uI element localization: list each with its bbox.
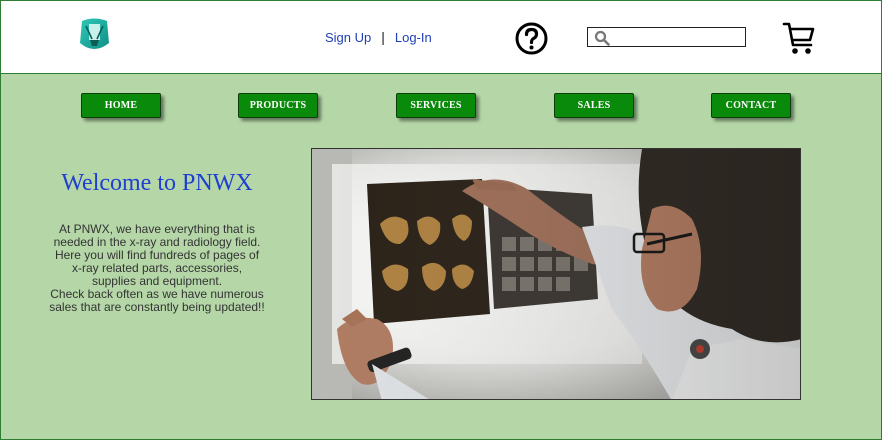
- shopping-cart-icon[interactable]: [782, 21, 816, 57]
- hero-image: [311, 148, 801, 400]
- nav-sales-button[interactable]: SALES: [554, 93, 634, 118]
- intro-paragraph: At PNWX, we have everything that is need…: [53, 222, 261, 288]
- auth-links: Sign Up | Log-In: [325, 29, 432, 45]
- auth-separator: |: [381, 29, 385, 45]
- xray-logo-icon[interactable]: [78, 17, 111, 53]
- search-box[interactable]: [587, 27, 746, 47]
- site-header: Sign Up | Log-In: [1, 1, 881, 74]
- login-link[interactable]: Log-In: [395, 30, 432, 45]
- intro-paragraph: Check back often as we have numerous sal…: [49, 287, 265, 314]
- intro-text: At PNWX, we have everything that is need…: [49, 223, 265, 314]
- page-frame: Sign Up | Log-In HOME PRODUCTS SERVICES SA…: [0, 0, 882, 440]
- nav-services-button[interactable]: SERVICES: [396, 93, 476, 118]
- search-icon[interactable]: [594, 30, 610, 46]
- nav-contact-button[interactable]: CONTACT: [711, 93, 791, 118]
- question-circle-icon[interactable]: [515, 22, 548, 55]
- nav-home-button[interactable]: HOME: [81, 93, 161, 118]
- doctor-reviewing-xray-films-image: [312, 149, 800, 399]
- signup-link[interactable]: Sign Up: [325, 30, 371, 45]
- welcome-title: Welcome to PNWX: [61, 170, 253, 196]
- search-input[interactable]: [612, 29, 740, 45]
- nav-products-button[interactable]: PRODUCTS: [238, 93, 318, 118]
